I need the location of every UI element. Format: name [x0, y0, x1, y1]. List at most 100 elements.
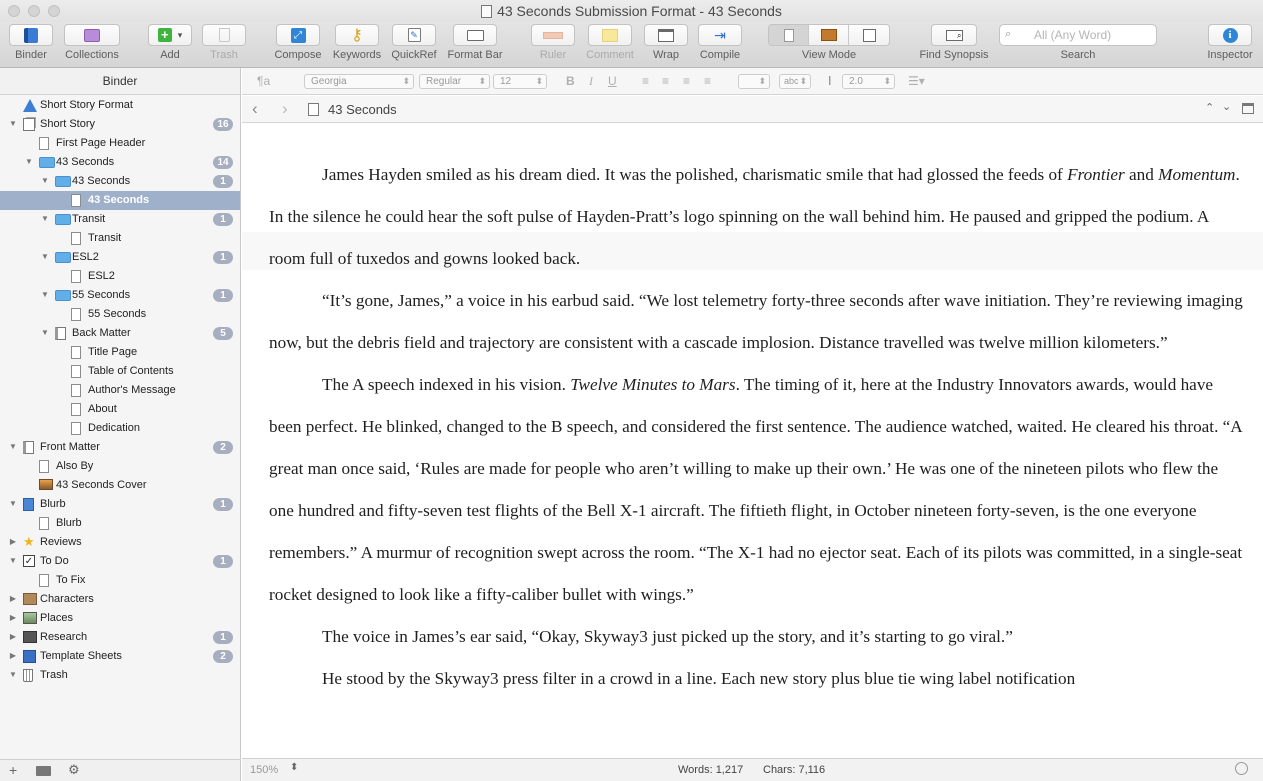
wrap-toolbar-item[interactable]: Wrap — [643, 24, 689, 61]
chevron-down-icon[interactable]: ⌄ — [1222, 100, 1231, 113]
align-right-icon[interactable]: ≡ — [683, 74, 690, 88]
underline-button[interactable]: U — [608, 74, 617, 88]
compile-toolbar-item[interactable]: ⇥ Compile — [696, 24, 744, 61]
font-family-select[interactable]: Georgia — [304, 74, 414, 89]
comment-button[interactable] — [588, 24, 632, 46]
add-folder-icon[interactable] — [36, 766, 51, 776]
binder-item[interactable]: ▶ Places — [0, 609, 240, 628]
font-weight-select[interactable]: Regular — [419, 74, 490, 89]
document-view-button[interactable] — [769, 25, 809, 45]
binder-button[interactable] — [9, 24, 53, 46]
paragraph[interactable]: The A speech indexed in his vision. Twel… — [269, 364, 1244, 616]
binder-item[interactable]: 43 Seconds Cover — [0, 476, 240, 495]
quickref-toolbar-item[interactable]: ✎ QuickRef — [390, 24, 438, 61]
binder-item[interactable]: ▼ Back Matter 5 — [0, 324, 240, 343]
binder-item[interactable]: Blurb — [0, 514, 240, 533]
zoom-stepper-icon[interactable]: ⬍ — [290, 762, 298, 773]
disclosure-open-icon[interactable]: ▼ — [8, 499, 18, 509]
italic-button[interactable]: I — [589, 74, 593, 89]
binder-item[interactable]: ▼ Front Matter 2 — [0, 438, 240, 457]
text-color-select[interactable] — [738, 74, 770, 89]
binder-item[interactable]: ▶ Research 1 — [0, 628, 240, 647]
keywords-toolbar-item[interactable]: ⚷ Keywords — [331, 24, 383, 61]
line-spacing-select[interactable]: 2.0 — [842, 74, 895, 89]
binder-item[interactable]: Author's Message — [0, 381, 240, 400]
add-toolbar-item[interactable]: + ▾ Add — [147, 24, 193, 61]
disclosure-closed-icon[interactable]: ▶ — [8, 594, 18, 604]
binder-item[interactable]: ▼ Blurb 1 — [0, 495, 240, 514]
binder-item[interactable]: ▼ Short Story 16 — [0, 115, 240, 134]
paragraph[interactable]: He stood by the Skyway3 press filter in … — [269, 658, 1244, 700]
binder-item[interactable]: Short Story Format — [0, 96, 240, 115]
compile-button[interactable]: ⇥ — [698, 24, 742, 46]
inspector-toolbar-item[interactable]: i Inspector — [1204, 24, 1256, 61]
binder-item[interactable]: ▼ Transit 1 — [0, 210, 240, 229]
disclosure-open-icon[interactable]: ▼ — [40, 214, 50, 224]
gear-icon[interactable]: ⚙ — [68, 762, 80, 778]
disclosure-closed-icon[interactable]: ▶ — [8, 651, 18, 661]
disclosure-open-icon[interactable]: ▼ — [40, 176, 50, 186]
binder-item[interactable]: Also By — [0, 457, 240, 476]
collections-toolbar-item[interactable]: Collections — [62, 24, 122, 61]
binder-item[interactable]: About — [0, 400, 240, 419]
binder-item[interactable]: ▼ 43 Seconds 1 — [0, 172, 240, 191]
list-style-icon[interactable]: ☰▾ — [908, 74, 925, 88]
disclosure-open-icon[interactable]: ▼ — [40, 252, 50, 262]
disclosure-open-icon[interactable]: ▼ — [40, 328, 50, 338]
search-input[interactable]: ⌕ All (Any Word) — [999, 24, 1157, 46]
chevron-up-icon[interactable]: ⌃ — [1205, 101, 1214, 114]
binder-item[interactable]: ▼ ✓ To Do 1 — [0, 552, 240, 571]
binder-item[interactable]: Dedication — [0, 419, 240, 438]
corkboard-view-button[interactable] — [809, 25, 849, 45]
binder-item[interactable]: Transit — [0, 229, 240, 248]
binder-item[interactable]: ▶ ★ Reviews — [0, 533, 240, 552]
find-synopsis-toolbar-item[interactable]: ⌕ Find Synopsis — [916, 24, 992, 61]
zoom-level[interactable]: 150% — [250, 764, 278, 776]
split-editor-icon[interactable] — [1242, 103, 1254, 114]
paragraph[interactable]: The voice in James’s ear said, “Okay, Sk… — [269, 616, 1244, 658]
binder-item[interactable]: 43 Seconds — [0, 191, 240, 210]
target-icon[interactable] — [1235, 762, 1248, 775]
add-item-icon[interactable]: + — [9, 762, 17, 778]
comment-toolbar-item[interactable]: Comment — [584, 24, 636, 61]
outliner-view-button[interactable] — [849, 25, 889, 45]
disclosure-open-icon[interactable]: ▼ — [8, 119, 18, 129]
disclosure-closed-icon[interactable]: ▶ — [8, 537, 18, 547]
format-bar-button[interactable] — [453, 24, 497, 46]
collections-button[interactable] — [64, 24, 120, 46]
disclosure-open-icon[interactable]: ▼ — [24, 157, 34, 167]
ruler-toolbar-item[interactable]: Ruler — [530, 24, 576, 61]
compose-button[interactable]: ⤢ — [276, 24, 320, 46]
wrap-button[interactable] — [644, 24, 688, 46]
paragraph-style-icon[interactable]: ¶a — [257, 74, 270, 88]
binder-item[interactable]: Title Page — [0, 343, 240, 362]
ruler-button[interactable] — [531, 24, 575, 46]
compose-toolbar-item[interactable]: ⤢ Compose — [274, 24, 322, 61]
find-synopsis-button[interactable]: ⌕ — [931, 24, 977, 46]
binder-item[interactable]: 55 Seconds — [0, 305, 240, 324]
disclosure-open-icon[interactable]: ▼ — [8, 556, 18, 566]
inspector-button[interactable]: i — [1208, 24, 1252, 46]
binder-item[interactable]: ▼ Trash — [0, 666, 240, 685]
forward-arrow-icon[interactable]: › — [282, 99, 288, 119]
font-size-select[interactable]: 12 — [493, 74, 547, 89]
disclosure-open-icon[interactable]: ▼ — [8, 442, 18, 452]
binder-item[interactable]: ▶ Template Sheets 2 — [0, 647, 240, 666]
disclosure-closed-icon[interactable]: ▶ — [8, 613, 18, 623]
disclosure-closed-icon[interactable]: ▶ — [8, 632, 18, 642]
quickref-button[interactable]: ✎ — [392, 24, 436, 46]
align-left-icon[interactable]: ≡ — [642, 74, 649, 88]
binder-toolbar-item[interactable]: Binder — [8, 24, 54, 61]
align-justify-icon[interactable]: ≡ — [704, 74, 711, 88]
bold-button[interactable]: B — [566, 74, 575, 88]
binder-item[interactable]: ESL2 — [0, 267, 240, 286]
trash-button[interactable] — [202, 24, 246, 46]
binder-item[interactable]: To Fix — [0, 571, 240, 590]
editor-pane[interactable]: James Hayden smiled as his dream died. I… — [242, 124, 1263, 758]
binder-item[interactable]: ▶ Characters — [0, 590, 240, 609]
binder-item[interactable]: First Page Header — [0, 134, 240, 153]
binder-item[interactable]: ▼ ESL2 1 — [0, 248, 240, 267]
format-bar-toolbar-item[interactable]: Format Bar — [444, 24, 506, 61]
paragraph[interactable]: “It’s gone, James,” a voice in his earbu… — [269, 280, 1244, 364]
keywords-button[interactable]: ⚷ — [335, 24, 379, 46]
